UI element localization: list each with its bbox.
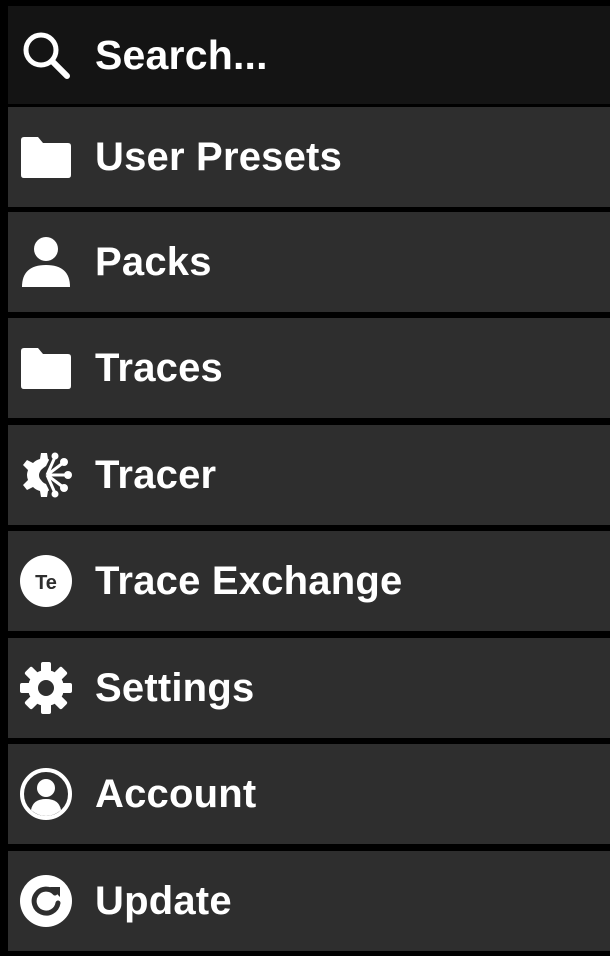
menu-item-settings[interactable]: Settings <box>8 638 610 738</box>
menu-item-trace-exchange[interactable]: Te Trace Exchange <box>8 531 610 631</box>
gear-icon <box>19 661 73 715</box>
menu-item-update[interactable]: Update <box>8 851 610 951</box>
refresh-icon <box>19 874 73 928</box>
person-icon <box>19 235 73 289</box>
menu-item-label: Tracer <box>95 453 217 497</box>
menu-item-label: Settings <box>95 666 255 710</box>
menu-item-traces[interactable]: Traces <box>8 318 610 418</box>
account-circle-icon <box>19 767 73 821</box>
search-icon <box>19 28 73 82</box>
search-bar[interactable]: Search... <box>8 6 610 104</box>
trace-exchange-icon-text: Te <box>35 572 57 594</box>
tracer-icon <box>19 448 73 502</box>
menu-item-label: Update <box>95 879 232 923</box>
search-label: Search... <box>95 31 268 78</box>
menu-item-label: User Presets <box>95 135 343 179</box>
folder-icon <box>19 130 73 184</box>
menu-item-packs[interactable]: Packs <box>8 212 610 312</box>
menu-item-account[interactable]: Account <box>8 744 610 844</box>
side-menu: Search... User Presets Packs Traces Trac… <box>0 0 610 956</box>
menu-item-label: Traces <box>95 346 223 390</box>
menu-item-label: Packs <box>95 240 212 284</box>
menu-item-label: Trace Exchange <box>95 559 403 603</box>
folder-icon <box>19 341 73 395</box>
trace-exchange-icon: Te <box>19 554 73 608</box>
menu-item-tracer[interactable]: Tracer <box>8 425 610 525</box>
menu-item-user-presets[interactable]: User Presets <box>8 107 610 207</box>
menu-item-label: Account <box>95 772 257 816</box>
